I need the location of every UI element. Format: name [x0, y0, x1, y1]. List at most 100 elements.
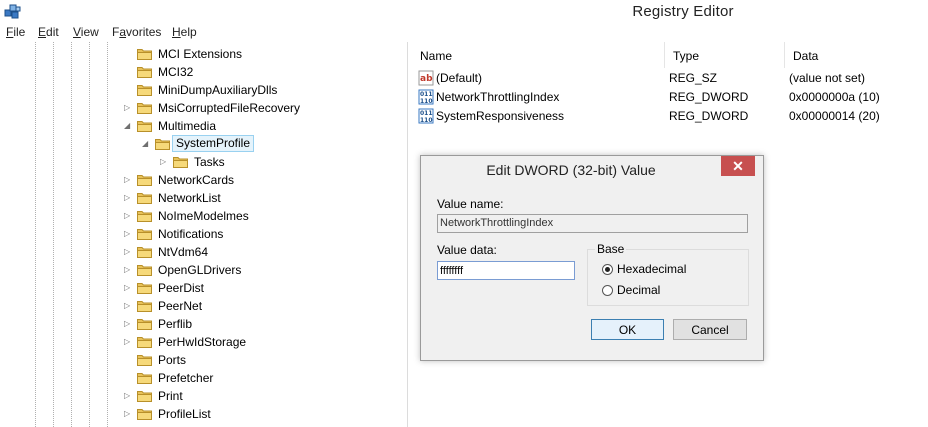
value-row-default[interactable]: ab (Default) REG_SZ (value not set) — [412, 69, 928, 88]
expand-arrow-icon[interactable]: ▷ — [160, 157, 168, 167]
tree-item[interactable]: ◢ SystemProfile — [0, 135, 407, 153]
tree-item[interactable]: ▷ NoImeModelmes — [0, 207, 407, 225]
tree-item[interactable]: ▷ PeerDist — [0, 279, 407, 297]
tree-item[interactable]: ▷ ProfileList — [0, 405, 407, 423]
dword-value-icon: 011 110 — [418, 89, 434, 105]
tree-item-label: Multimedia — [158, 119, 217, 133]
tree-item[interactable]: ▷ NetworkList — [0, 189, 407, 207]
tree-item[interactable]: ◢ Multimedia — [0, 117, 407, 135]
value-data: (value not set) — [789, 71, 866, 85]
close-button[interactable]: ✕ — [721, 156, 755, 176]
tree-item-label: Tasks — [194, 155, 225, 169]
value-name-label: Value name: — [437, 197, 504, 211]
tree-item[interactable]: ▷ PerHwIdStorage — [0, 333, 407, 351]
tree-item[interactable]: Ports — [0, 351, 407, 369]
folder-icon — [137, 409, 152, 420]
folder-icon — [137, 67, 152, 78]
value-name-field: NetworkThrottlingIndex — [437, 214, 748, 233]
expand-arrow-icon[interactable]: ▷ — [124, 211, 132, 221]
tree-item-label: MCI Extensions — [158, 47, 243, 61]
menu-favorites[interactable]: Favorites — [112, 25, 161, 39]
expand-arrow-icon[interactable]: ▷ — [124, 247, 132, 257]
tree-item[interactable]: MCI Extensions — [0, 45, 407, 63]
folder-icon — [173, 157, 188, 168]
tree-item[interactable]: Prefetcher — [0, 369, 407, 387]
tree-item-label: PeerDist — [158, 281, 205, 295]
value-name: SystemResponsiveness — [436, 109, 565, 123]
radio-decimal-label[interactable]: Decimal — [617, 283, 660, 297]
expand-arrow-icon[interactable]: ▷ — [124, 319, 132, 329]
expand-arrow-icon[interactable]: ▷ — [124, 409, 132, 419]
tree-item[interactable]: ▷ NetworkCards — [0, 171, 407, 189]
expand-arrow-icon[interactable]: ▷ — [124, 337, 132, 347]
tree-item-label: SystemProfile — [172, 135, 255, 152]
value-type: REG_DWORD — [669, 90, 749, 104]
tree-item-label: Ports — [158, 353, 187, 367]
expand-arrow-icon[interactable]: ▷ — [124, 391, 132, 401]
value-row-networkthrottlingindex[interactable]: 011 110 NetworkThrottlingIndex REG_DWORD… — [412, 88, 928, 107]
cancel-button[interactable]: Cancel — [673, 319, 747, 340]
menu-help[interactable]: Help — [172, 25, 197, 39]
column-header-name[interactable]: Name — [412, 42, 665, 68]
tree-item[interactable]: MiniDumpAuxiliaryDlls — [0, 81, 407, 99]
folder-icon — [137, 265, 152, 276]
column-header-type[interactable]: Type — [665, 42, 785, 68]
collapse-arrow-icon[interactable]: ◢ — [142, 139, 150, 149]
expand-arrow-icon[interactable]: ▷ — [124, 283, 132, 293]
expand-arrow-icon[interactable]: ▷ — [124, 229, 132, 239]
tree-item[interactable]: ▷ Notifications — [0, 225, 407, 243]
dialog-title-bar[interactable]: Edit DWORD (32-bit) Value ✕ — [421, 156, 763, 184]
folder-icon — [137, 391, 152, 402]
tree-item[interactable]: ▷ NtVdm64 — [0, 243, 407, 261]
expand-arrow-icon[interactable]: ▷ — [124, 193, 132, 203]
tree-item[interactable]: MCI32 — [0, 63, 407, 81]
title-bar: Registry Editor — [0, 0, 928, 24]
expand-arrow-icon[interactable]: ▷ — [124, 265, 132, 275]
tree-item-label: NetworkList — [158, 191, 221, 205]
folder-icon — [137, 373, 152, 384]
folder-open-icon — [137, 121, 152, 132]
tree-item[interactable]: ▷ Perflib — [0, 315, 407, 333]
folder-icon — [137, 85, 152, 96]
close-icon: ✕ — [732, 158, 744, 174]
expand-arrow-icon[interactable]: ▷ — [124, 103, 132, 113]
folder-icon — [137, 319, 152, 330]
value-row-systemresponsiveness[interactable]: 011 110 SystemResponsiveness REG_DWORD 0… — [412, 107, 928, 126]
value-data-label: Value data: — [437, 243, 497, 257]
edit-dword-dialog: Edit DWORD (32-bit) Value ✕ Value name: … — [420, 155, 764, 361]
tree-item[interactable]: ▷ OpenGLDrivers — [0, 261, 407, 279]
folder-icon — [137, 193, 152, 204]
base-group — [587, 249, 749, 306]
folder-icon — [137, 175, 152, 186]
tree-item[interactable]: ▷ Print — [0, 387, 407, 405]
ok-button[interactable]: OK — [591, 319, 664, 340]
value-name: NetworkThrottlingIndex — [436, 90, 560, 104]
folder-icon — [137, 211, 152, 222]
tree-item-label: PeerNet — [158, 299, 203, 313]
tree-item[interactable]: ▷ MsiCorruptedFileRecovery — [0, 99, 407, 117]
tree-item[interactable]: ▷ PeerNet — [0, 297, 407, 315]
menu-help-mnemonic: H — [172, 25, 181, 39]
expand-arrow-icon[interactable]: ▷ — [124, 301, 132, 311]
tree-item-label: Notifications — [158, 227, 224, 241]
svg-text:011: 011 — [420, 91, 433, 98]
folder-icon — [137, 355, 152, 366]
menu-edit-mnemonic: E — [38, 25, 47, 39]
tree-item-label: Print — [158, 389, 183, 403]
menu-edit[interactable]: Edit — [38, 25, 59, 39]
registry-key-tree[interactable]: MCI Extensions MCI32 MiniDumpAuxiliaryDlls… — [0, 42, 408, 427]
expand-arrow-icon[interactable]: ▷ — [124, 175, 132, 185]
radio-decimal-circle[interactable] — [602, 285, 613, 296]
radio-hexadecimal-circle[interactable] — [602, 264, 613, 275]
column-header-data[interactable]: Data — [785, 42, 928, 68]
collapse-arrow-icon[interactable]: ◢ — [124, 121, 132, 131]
menu-file[interactable]: File — [6, 25, 25, 39]
dialog-title: Edit DWORD (32-bit) Value — [486, 162, 656, 178]
folder-icon — [137, 247, 152, 258]
svg-text:110: 110 — [420, 117, 433, 124]
menu-view[interactable]: View — [73, 25, 99, 39]
tree-item-label: OpenGLDrivers — [158, 263, 242, 277]
tree-item[interactable]: ▷ Tasks — [0, 153, 407, 171]
value-data-input[interactable] — [437, 261, 575, 280]
radio-hexadecimal-label[interactable]: Hexadecimal — [617, 262, 686, 276]
